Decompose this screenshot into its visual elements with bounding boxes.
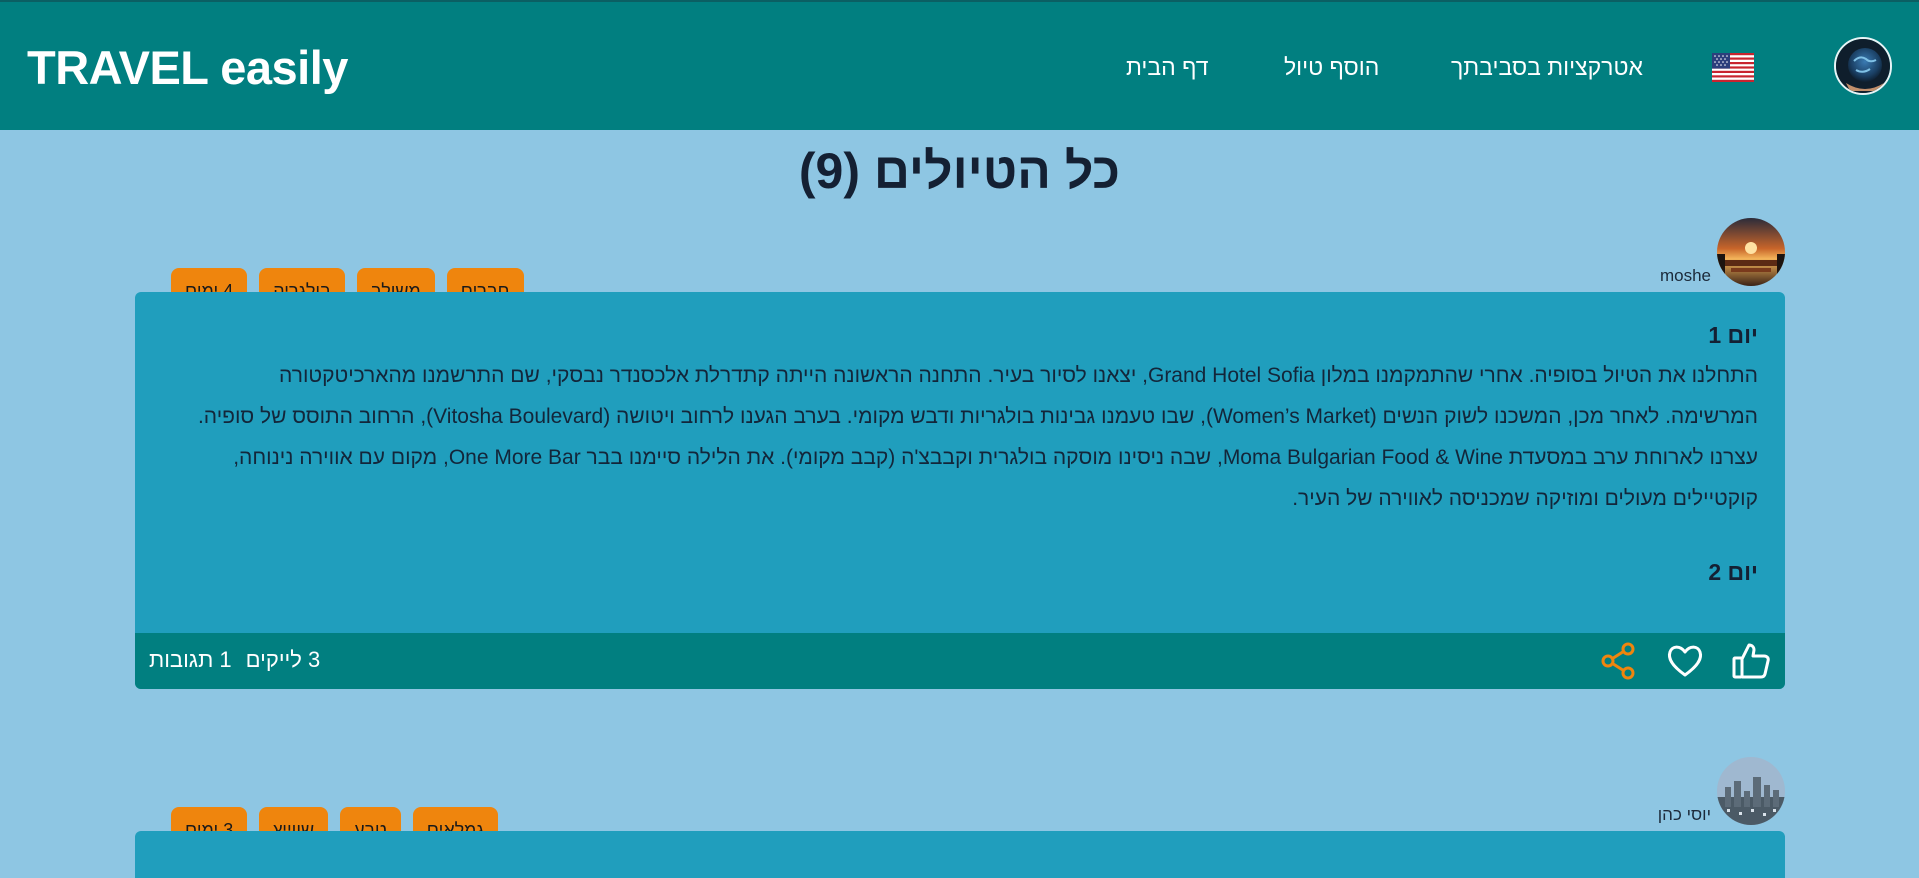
day-title: יום 2 (1708, 559, 1758, 585)
comments-count[interactable]: 1 תגובות (149, 647, 232, 673)
us-flag-icon[interactable] (1712, 53, 1754, 82)
share-icon[interactable] (1598, 641, 1638, 681)
day-description: התחלנו את הטיול בסופיה. אחרי שהתמקמנו במ… (197, 364, 1758, 510)
brand-logo-text[interactable]: TRAVEL easily (27, 40, 348, 95)
top-navbar: TRAVEL easily דף הבית הוסף טיול אטרקציות… (0, 0, 1919, 130)
author-name[interactable]: יוסי כהן (1658, 805, 1711, 825)
author-name[interactable]: moshe (1660, 266, 1711, 286)
trip-content-card[interactable]: יום 1 התחלנו את הטיול בסופיה. אחרי שהתמק… (135, 292, 1785, 689)
author-avatar[interactable] (1717, 757, 1785, 825)
heart-icon[interactable] (1665, 641, 1705, 681)
trip-stats: 3 לייקים 1 תגובות (149, 647, 320, 673)
site-avatar[interactable] (1834, 37, 1892, 95)
trip-body: יום 1 התחלנו את הטיול בסופיה. אחרי שהתמק… (135, 292, 1785, 586)
nav-add-trip-link[interactable]: הוסף טיול (1284, 54, 1379, 81)
day-title: יום 1 (1708, 322, 1758, 348)
thumbs-up-icon[interactable] (1731, 641, 1771, 681)
author-avatar[interactable] (1717, 218, 1785, 286)
trip-footer: 3 לייקים 1 תגובות (135, 633, 1785, 689)
page-title: כל הטיולים (9) (798, 143, 1121, 199)
trip-content-card[interactable] (135, 831, 1785, 878)
nav-home-link[interactable]: דף הבית (1126, 54, 1209, 81)
likes-count[interactable]: 3 לייקים (246, 647, 321, 673)
nav-attractions-link[interactable]: אטרקציות בסביבתך (1451, 54, 1643, 81)
